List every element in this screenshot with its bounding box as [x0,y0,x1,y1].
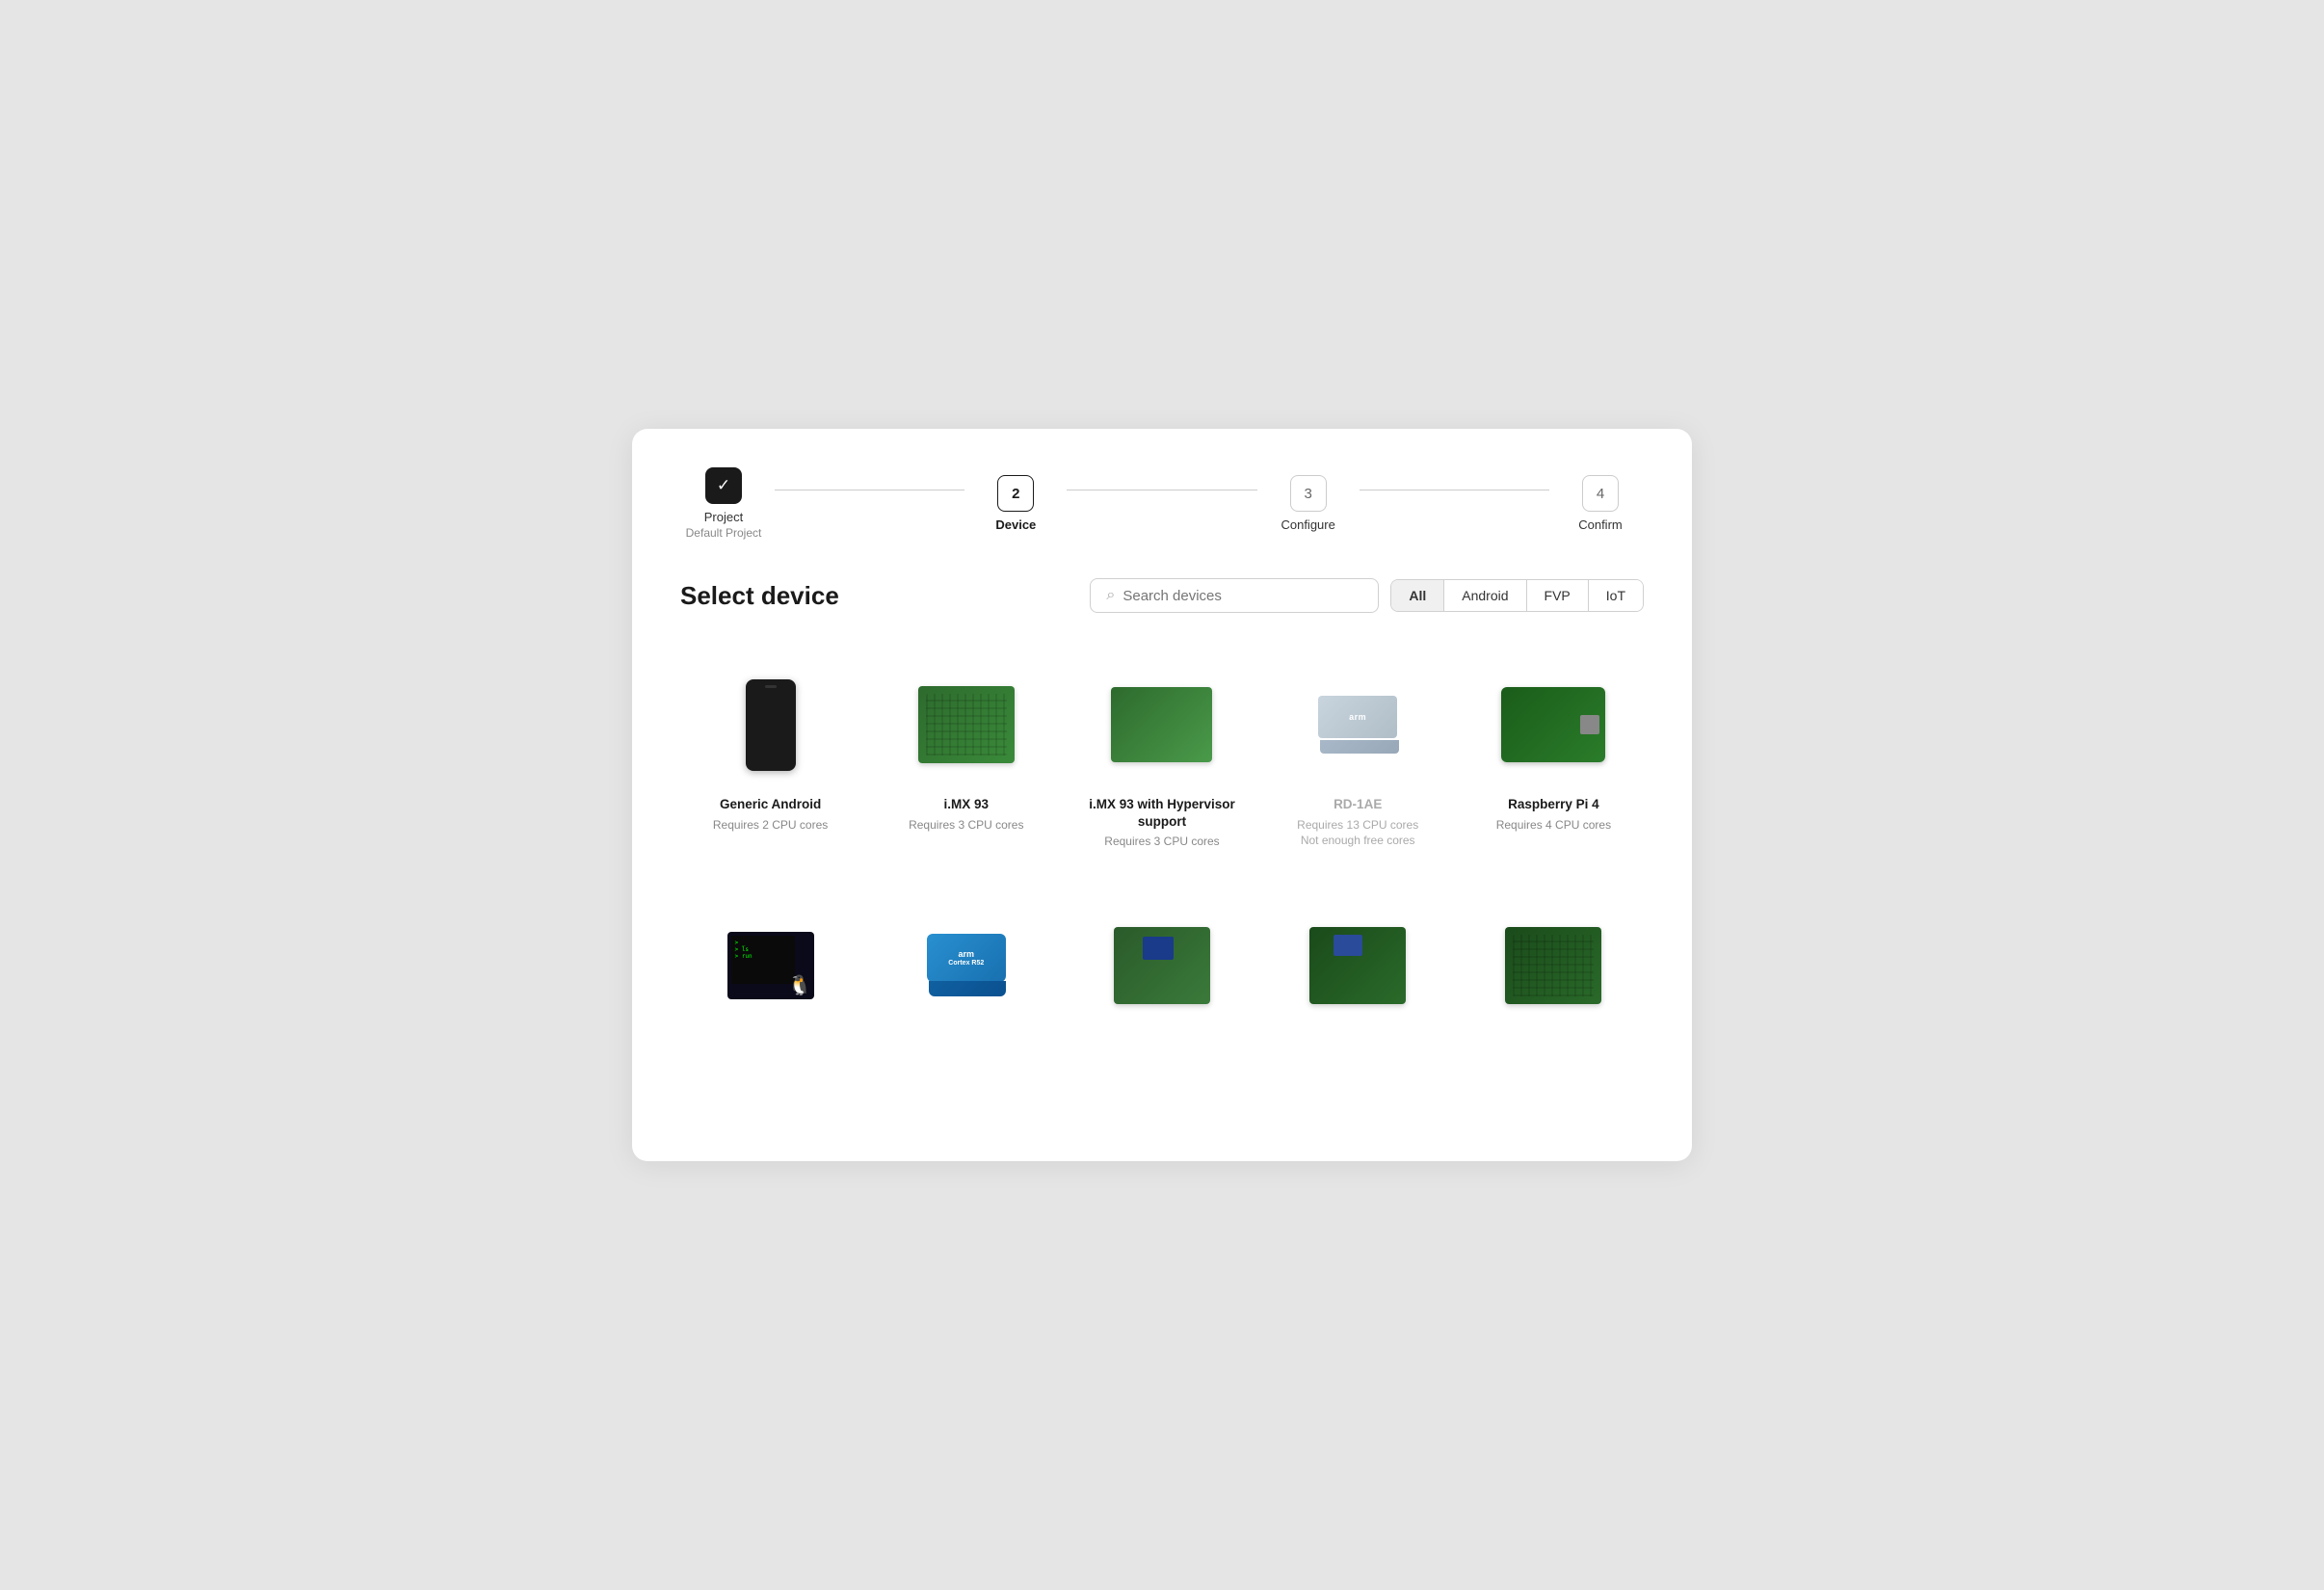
linux-icon: 🐧 [727,932,814,999]
device-card-rd-1ae: arm RD-1AE Requires 13 CPU coresNot enou… [1268,648,1448,865]
device-grid-row1: Generic Android Requires 2 CPU cores i.M… [680,648,1644,865]
device-name-imx93-hypervisor: i.MX 93 with Hypervisor support [1083,796,1240,830]
device-img-rpi4 [1475,667,1632,782]
filter-android-button[interactable]: Android [1444,580,1526,611]
arm-chip-icon: arm [1318,696,1397,754]
device-cores-generic-android: Requires 2 CPU cores [713,817,828,834]
filter-all-button[interactable]: All [1391,580,1444,611]
step-device-label: Device [995,517,1036,532]
device-card-imx93-hypervisor[interactable]: i.MX 93 with Hypervisor support Requires… [1071,648,1252,865]
filter-fvp-button[interactable]: FVP [1527,580,1589,611]
device-card-arm-cortex-r52[interactable]: arm Cortex R52 [876,888,1056,1081]
board-screen-icon-1 [1114,927,1210,1004]
step-line-2 [1067,490,1256,491]
step-project-check: ✓ [717,476,730,495]
stepper: ✓ Project Default Project 2 Device 3 Con… [680,467,1644,540]
device-name-rpi4: Raspberry Pi 4 [1508,796,1599,813]
arm-cortex-top: arm Cortex R52 [927,934,1006,982]
device-card-rpi4[interactable]: Raspberry Pi 4 Requires 4 CPU cores [1464,648,1644,865]
rpi-icon [1501,687,1605,762]
device-img-imx93-hypervisor [1083,667,1240,782]
arm-cortex-shadow [929,981,1006,996]
step-confirm-number: 4 [1597,486,1604,502]
device-card-board-screen-3[interactable] [1464,888,1644,1081]
step-confirm-label: Confirm [1578,517,1623,532]
filter-iot-button[interactable]: IoT [1589,580,1643,611]
step-confirm-circle: 4 [1582,475,1619,512]
board-icon-imx93 [918,686,1015,763]
filter-group: All Android FVP IoT [1390,579,1644,612]
board-icon-imx93-hypervisor [1111,687,1212,762]
step-configure-circle: 3 [1290,475,1327,512]
arm-cortex-label-arm: arm [959,949,975,959]
board-screen-icon-3 [1505,927,1601,1004]
step-project-sublabel: Default Project [686,526,762,540]
device-img-board-screen-1 [1083,908,1240,1023]
step-line-3 [1360,490,1549,491]
device-card-board-screen-1[interactable] [1071,888,1252,1081]
main-modal: ✓ Project Default Project 2 Device 3 Con… [632,429,1692,1161]
device-name-rd-1ae: RD-1AE [1334,796,1382,813]
device-img-board-screen-3 [1475,908,1632,1023]
device-card-imx93[interactable]: i.MX 93 Requires 3 CPU cores [876,648,1056,865]
device-img-generic-android [692,667,849,782]
step-project-label: Project [704,510,743,524]
step-project: ✓ Project Default Project [680,467,767,540]
device-card-generic-android[interactable]: Generic Android Requires 2 CPU cores [680,648,860,865]
header-controls: ⌕ All Android FVP IoT [1090,578,1644,613]
step-project-circle: ✓ [705,467,742,504]
page-title: Select device [680,581,839,611]
device-card-linux[interactable]: 🐧 [680,888,860,1081]
device-img-imx93 [887,667,1044,782]
step-configure: 3 Configure [1265,475,1352,532]
device-cores-imx93: Requires 3 CPU cores [909,817,1023,834]
device-cores-rpi4: Requires 4 CPU cores [1496,817,1611,834]
device-img-board-screen-2 [1280,908,1437,1023]
arm-chip-shadow [1320,740,1399,754]
step-device: 2 Device [972,475,1059,532]
device-card-board-screen-2[interactable] [1268,888,1448,1081]
device-img-rd-1ae: arm [1280,667,1437,782]
arm-chip-top: arm [1318,696,1397,738]
step-device-number: 2 [1012,486,1019,502]
device-cores-rd-1ae: Requires 13 CPU coresNot enough free cor… [1297,817,1418,850]
arm-cortex-label-model: Cortex R52 [948,960,984,967]
arm-cortex-icon: arm Cortex R52 [927,934,1006,996]
device-img-arm-cortex: arm Cortex R52 [887,908,1044,1023]
board-screen-icon-2 [1309,927,1406,1004]
header-row: Select device ⌕ All Android FVP IoT [680,578,1644,613]
device-name-imx93: i.MX 93 [944,796,990,813]
device-img-linux: 🐧 [692,908,849,1023]
device-cores-imx93-hypervisor: Requires 3 CPU cores [1104,834,1219,850]
step-configure-number: 3 [1304,486,1311,502]
device-grid-row2: 🐧 arm Cortex R52 [680,888,1644,1081]
phone-icon [746,679,796,771]
step-device-circle: 2 [997,475,1034,512]
step-line-1 [775,490,964,491]
device-name-generic-android: Generic Android [720,796,821,813]
tux-icon: 🐧 [788,973,812,997]
search-icon: ⌕ [1106,587,1115,604]
search-box[interactable]: ⌕ [1090,578,1379,613]
step-confirm: 4 Confirm [1557,475,1644,532]
linux-screen [731,936,795,984]
search-input[interactable] [1122,588,1362,604]
step-configure-label: Configure [1281,517,1334,532]
